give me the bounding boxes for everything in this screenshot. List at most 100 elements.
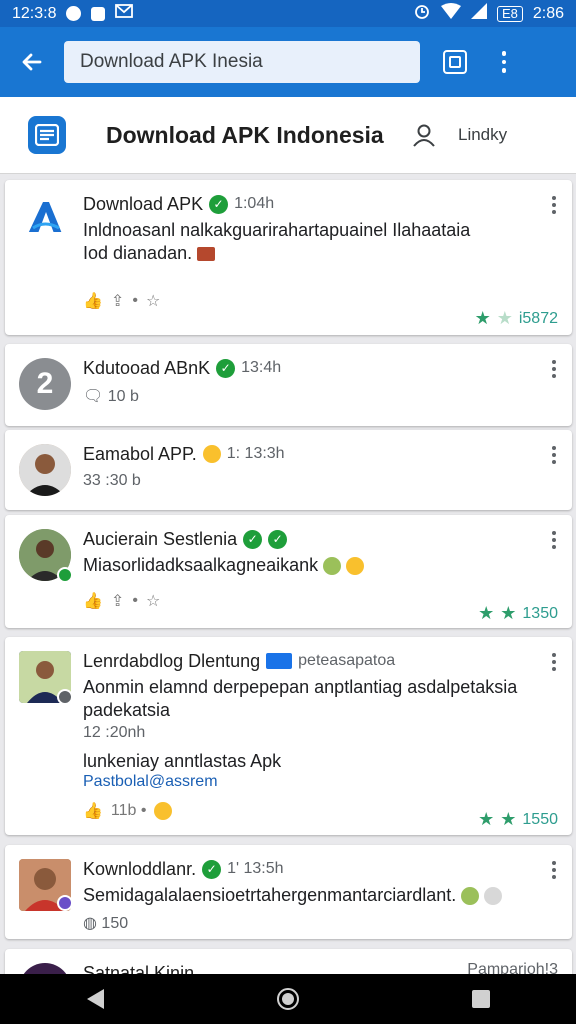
tabs-button[interactable] [420,27,476,97]
like-icon[interactable]: 👍 [83,291,103,311]
rating-value: 1550 [522,810,558,828]
star-icon: ★ [478,603,495,623]
post-card[interactable]: Lenrdabdlog Dlentung peteasapatoa Aonmin… [5,637,572,835]
arrow-left-icon [22,53,42,71]
post-author[interactable]: Aucierain Sestlenia [83,529,237,550]
post-menu-icon[interactable] [552,196,556,214]
post-card[interactable]: Aucierain Sestlenia ✓ ✓ Miasorlidadksaal… [5,515,572,628]
comment-icon[interactable]: ◍ [83,915,97,932]
like-icon[interactable]: 👍 [83,801,103,821]
star-icon: ★ [478,809,495,829]
post-actions: • [132,292,138,309]
post-time: 13:4h [241,359,282,376]
page-header: Download APK Indonesia Lindky [0,97,576,174]
post-author[interactable]: Kdutooad ABnK [83,358,210,379]
post-rating: ★ ★ 1550 [478,809,558,830]
post-card[interactable]: Kownloddlanr. ✓ 1' 13:5h Semidagalalaens… [5,845,572,939]
verified-icon: ✓ [216,358,236,378]
mail-icon [115,4,134,23]
share-icon[interactable]: ⇪ [111,591,124,611]
badge-icon [57,689,73,705]
post-card[interactable]: 2 Kdutooad ABnK ✓ 13:4h 🗨 10 b [5,344,572,426]
badge-icon [57,895,73,911]
status-bar: 12:3:8 E8 2:86 [0,0,576,27]
post-author[interactable]: Download APK [83,194,203,215]
post-time: 12 :20nh [83,724,146,741]
star-icon[interactable]: ☆ [146,291,160,311]
post-text: padekatsia [83,700,171,720]
battery-icon: E8 [496,5,523,22]
nav-back-icon[interactable] [86,989,104,1009]
avatar: 2 [19,358,71,410]
comment-icon[interactable]: 🗨 [83,388,103,405]
post-rating: ★ ★ i5872 [475,308,558,329]
emoji-icon [346,557,365,576]
verified-badge-icon [57,567,73,583]
post-time: 1' 13:5h [227,860,284,877]
post-text: Miasorlidadksaalkagneaikank [83,555,319,575]
post-text: Aonmin elamnd derpepepan anptlantiag asd… [83,677,518,697]
star-icon: ★ [500,603,517,623]
share-icon[interactable]: ⇪ [111,291,124,311]
star-icon: ★ [496,308,513,328]
post-text: lunkeniay anntlastas Apk [83,751,282,771]
app-bar: Download APK Inesia [0,27,576,97]
wifi-icon [440,3,461,24]
post-text: Iod dianadan. [83,243,193,263]
status-time: 12:3:8 [12,4,57,22]
emoji-icon [323,557,342,576]
post-menu-icon[interactable] [552,653,556,671]
alarm-icon [413,2,431,25]
verified-icon: ✓ [202,859,222,879]
post-card[interactable]: Eamabol APP. 1: 13:3h 33 :30 b [5,430,572,510]
like-icon[interactable]: 👍 [83,591,103,611]
post-time: 1: 13:3h [226,445,285,462]
nav-home-icon[interactable] [276,988,299,1010]
smiley-emoji-icon [202,445,221,463]
post-text: Inldnoasanl nalkakguarirahartapuainel Il… [83,220,471,240]
post-menu-icon[interactable] [552,861,556,879]
page-title: Download APK Indonesia [106,121,384,148]
post-menu-icon[interactable] [552,446,556,464]
post-menu-icon[interactable] [552,360,556,378]
post-time: 1:04h [234,195,275,212]
account-label[interactable]: Lindky [458,125,507,145]
rating-value: i5872 [518,309,558,327]
back-button[interactable] [0,27,64,97]
verified-icon: ✓ [243,529,263,549]
verified-icon: ✓ [268,529,288,549]
emoji-icon [461,887,480,906]
post-card[interactable]: Download APK ✓ 1:04h Inldnoasanl nalkakg… [5,180,572,335]
flag-icon [266,653,293,669]
search-input-value: Download APK Inesia [80,51,263,72]
emoji-icon [484,887,503,906]
account-button[interactable] [404,122,444,148]
star-icon[interactable]: ☆ [146,591,160,611]
house-emoji-icon [197,247,216,262]
download-apk-logo [19,194,71,246]
post-actions: 11b • [110,802,147,819]
star-icon: ★ [500,809,517,829]
avatar [19,444,71,496]
tabs-icon [443,50,467,74]
post-meta: 10 b [107,388,139,405]
nav-recents-icon[interactable] [471,990,490,1008]
post-rating: ★ ★ 1350 [478,603,558,624]
post-tag: peteasapatoa [298,652,396,669]
signal-icon [470,3,487,24]
search-input[interactable]: Download APK Inesia [64,41,420,83]
post-text: Semidagalalaensioetrtahergenmantarciardl… [83,885,457,905]
smiley-emoji-icon [154,802,173,820]
notification-icon [66,6,82,21]
post-author[interactable]: Kownloddlanr. [83,859,196,880]
post-link[interactable]: Pastbolal@assrem [83,773,542,791]
post-author[interactable]: Eamabol APP. [83,444,197,465]
status-clock: 2:86 [532,4,564,22]
post-menu-icon[interactable] [552,531,556,549]
post-meta: 150 [101,915,129,932]
system-nav-bar [0,974,576,1024]
verified-icon: ✓ [209,194,229,214]
post-author[interactable]: Lenrdabdlog Dlentung [83,651,260,672]
overflow-menu-button[interactable] [476,27,532,97]
person-icon [413,124,435,147]
